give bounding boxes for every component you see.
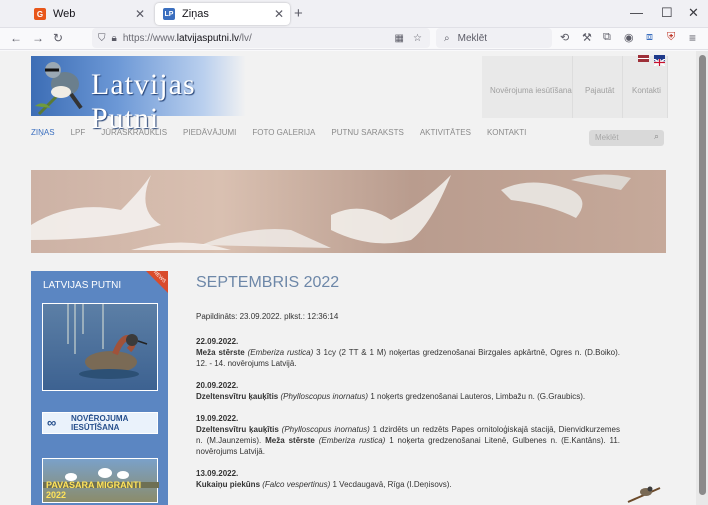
forward-icon[interactable]: → <box>32 31 44 45</box>
tab-label: Ziņas <box>182 8 209 20</box>
translate-icon[interactable]: ⧈ <box>646 31 653 44</box>
lock-icon: 🔒︎ <box>111 32 117 44</box>
top-link-observation[interactable]: Novērojuma iesūtīšana <box>490 86 572 95</box>
news-entry: 19.09.2022. Dzeltensvītru ķauķītis (Phyll… <box>196 413 620 457</box>
browser-nav-bar: ← → ↻ ⛉ 🔒︎ https://www. latvijasputni.lv /… <box>0 28 708 50</box>
binoculars-icon: ∞ <box>47 415 57 430</box>
entry-text: Meža stērste (Emberiza rustica) 3 1cy (2… <box>196 348 621 368</box>
sidebar-title: LATVIJAS PUTNI <box>43 280 122 291</box>
search-icon: ⌕ <box>444 32 450 44</box>
nav-item-kontakti[interactable]: KONTAKTI <box>487 128 526 148</box>
close-window-icon[interactable]: ✕ <box>688 5 699 21</box>
close-tab-icon[interactable]: ✕ <box>274 7 284 21</box>
article: SEPTEMBRIS 2022 Papildināts: 23.09.2022.… <box>196 273 620 501</box>
uk-flag-icon[interactable] <box>653 55 666 67</box>
entry-text: Kukaiņu piekūns (Falco vespertinus) 1 Ve… <box>196 480 452 489</box>
page-scrollbar[interactable] <box>696 51 708 505</box>
sidebar: LATVIJAS PUTNI NEWS ∞ NOVĒROJUMA IESŪTĪŠ… <box>31 270 168 505</box>
top-link-ask[interactable]: Pajautāt <box>585 86 614 95</box>
swans-flying-graphic <box>31 174 631 250</box>
url-path: /lv/ <box>239 32 252 44</box>
news-entry: 13.09.2022. Kukaiņu piekūns (Falco vesper… <box>196 468 620 490</box>
news-entry: 20.09.2022. Dzeltensvītru ķauķītis (Phyll… <box>196 380 620 402</box>
latvian-flag-icon[interactable] <box>638 55 649 62</box>
entry-text: Dzeltensvītru ķauķītis (Phylloscopus ino… <box>196 425 621 456</box>
search-icon[interactable]: ⌕ <box>654 131 659 142</box>
reload-icon[interactable]: ↻ <box>53 31 63 45</box>
article-entries: 22.09.2022. Meža stērste (Emberiza rustic… <box>196 336 620 490</box>
tab-web[interactable]: G Web ✕ <box>26 3 151 25</box>
article-title: SEPTEMBRIS 2022 <box>196 274 340 291</box>
nav-item-putnu-saraksts[interactable]: PUTNU SARAKSTS <box>331 128 403 148</box>
nav-item-piedavajumi[interactable]: PIEDĀVĀJUMI <box>183 128 236 148</box>
observation-submit-button[interactable]: ∞ NOVĒROJUMA IESŪTĪŠANA <box>42 412 158 434</box>
shield-extension-icon[interactable]: ⛨ <box>667 31 675 44</box>
url-bar[interactable]: ⛉ 🔒︎ https://www. latvijasputni.lv/lv/ ▦ … <box>92 28 430 48</box>
entry-date: 22.09.2022. <box>196 337 239 346</box>
menu-icon[interactable]: ≡ <box>689 31 696 45</box>
screenshot-icon[interactable]: ⧉ <box>603 31 611 44</box>
nav-item-juraskrauklis[interactable]: JŪRASKRAUKLIS <box>101 128 167 148</box>
tab-zinas[interactable]: LP Ziņas ✕ <box>155 3 290 25</box>
nav-item-foto-galerija[interactable]: FOTO GALERIJA <box>252 128 315 148</box>
nav-item-lpf[interactable]: LPF <box>71 128 86 148</box>
page-viewport: Latvijas Putni Novērojuma iesūtīšana Paj… <box>0 51 708 505</box>
shield-icon[interactable]: ⛉ <box>98 33 106 44</box>
scrollbar-thumb[interactable] <box>699 55 706 495</box>
shrike-bird-icon <box>35 62 83 116</box>
history-icon[interactable]: ⟲ <box>560 31 569 44</box>
browser-tab-bar: G Web ✕ LP Ziņas ✕ + — ☐ ✕ <box>0 0 708 28</box>
corner-bird-icon <box>627 486 661 503</box>
qr-code-icon[interactable]: ▦ <box>395 33 404 44</box>
site-logo[interactable]: Latvijas Putni <box>31 56 246 135</box>
main-navigation: ZIŅAS LPF JŪRASKRAUKLIS PIEDĀVĀJUMI FOTO… <box>31 128 542 148</box>
entry-text: Dzeltensvītru ķauķītis (Phylloscopus ino… <box>196 392 586 401</box>
site-search-placeholder: Meklēt <box>595 133 619 142</box>
entry-date: 13.09.2022. <box>196 469 239 478</box>
tools-icon[interactable]: ⚒ <box>582 31 592 44</box>
tab-favicon-icon: LP <box>163 8 175 20</box>
close-tab-icon[interactable]: ✕ <box>135 7 145 21</box>
spring-migrants-banner[interactable]: PAVASARA MIGRANTI 2022 <box>42 458 159 503</box>
logo-text: Latvijas Putni <box>91 68 196 135</box>
search-placeholder: Meklēt <box>457 32 488 44</box>
article-updated: Papildināts: 23.09.2022. plkst.: 12:36:1… <box>196 312 339 321</box>
site-search-input[interactable]: Meklēt ⌕ <box>589 130 664 146</box>
bookmark-star-icon[interactable]: ☆ <box>413 33 422 44</box>
entry-date: 19.09.2022. <box>196 414 239 423</box>
url-scheme: https://www. <box>122 32 177 44</box>
maximize-icon[interactable]: ☐ <box>661 5 673 21</box>
spring-migrants-label: PAVASARA MIGRANTI 2022 <box>46 480 142 500</box>
phalarope-bird-image <box>67 304 148 379</box>
top-link-contacts[interactable]: Kontakti <box>632 86 661 95</box>
back-icon[interactable]: ← <box>10 31 22 45</box>
extension-icon[interactable]: ◉ <box>624 31 634 44</box>
tab-favicon-icon: G <box>34 8 46 20</box>
phalarope-photo[interactable] <box>42 303 158 391</box>
nav-item-zinas[interactable]: ZIŅAS <box>31 128 55 148</box>
swans-banner-image <box>31 170 666 253</box>
observation-submit-label: NOVĒROJUMA IESŪTĪŠANA <box>71 414 129 432</box>
tab-label: Web <box>53 8 76 20</box>
entry-date: 20.09.2022. <box>196 381 239 390</box>
url-host: latvijasputni.lv <box>176 32 239 44</box>
minimize-icon[interactable]: — <box>630 5 643 20</box>
browser-search-input[interactable]: ⌕ Meklēt <box>436 28 552 48</box>
nav-item-aktivitates[interactable]: AKTIVITĀTES <box>420 128 471 148</box>
new-tab-icon[interactable]: + <box>294 5 303 22</box>
news-entry: 22.09.2022. Meža stērste (Emberiza rustic… <box>196 336 620 369</box>
